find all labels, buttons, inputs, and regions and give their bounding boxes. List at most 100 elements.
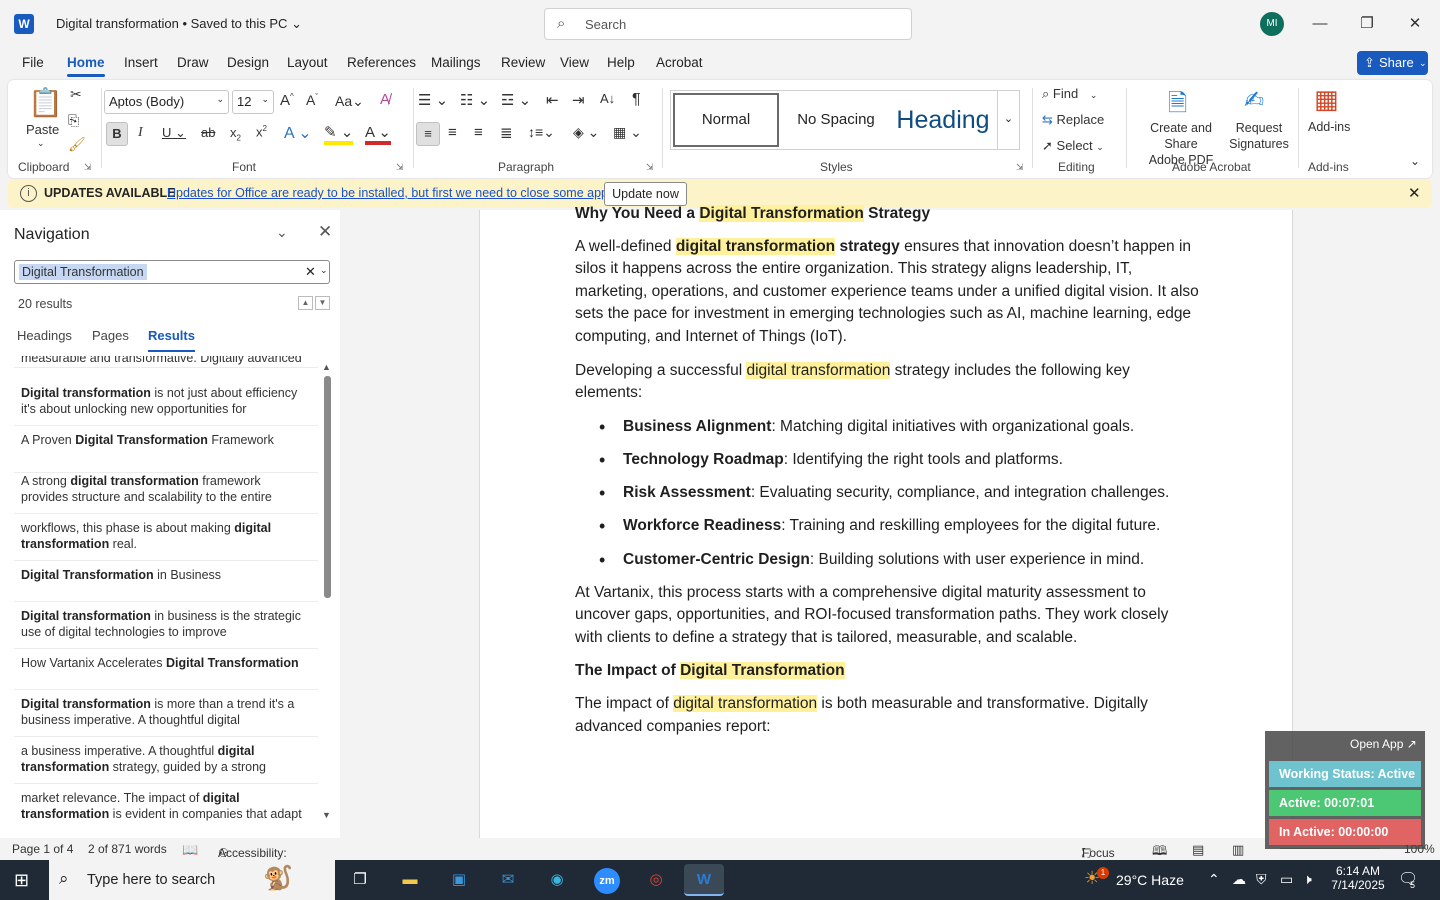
- notifications-icon[interactable]: 🗨: [1398, 869, 1418, 889]
- chevron-down-icon[interactable]: ⌄: [37, 138, 45, 149]
- onedrive-icon[interactable]: ☁: [1232, 871, 1246, 888]
- font-name-select[interactable]: Aptos (Body) ⌄: [104, 90, 229, 114]
- tab-review[interactable]: Review: [501, 55, 545, 70]
- list-item[interactable]: Digital transformation is not just about…: [14, 379, 318, 426]
- increase-indent-icon[interactable]: ⇥: [572, 91, 585, 109]
- list-item[interactable]: Digital transformation is more than a tr…: [14, 690, 318, 737]
- list-item[interactable]: a business imperative. A thoughtful digi…: [14, 737, 318, 784]
- list-item[interactable]: A strong digital transformation framewor…: [14, 467, 318, 514]
- list-item[interactable]: Digital transformation in business is th…: [14, 602, 318, 649]
- weather-text[interactable]: 29°C Haze: [1116, 872, 1184, 888]
- chrome-icon[interactable]: ◎: [636, 864, 676, 896]
- microsoft-store-icon[interactable]: ▣: [439, 864, 479, 896]
- word-taskbar-icon[interactable]: W: [684, 864, 724, 896]
- chevron-down-icon[interactable]: ⌄: [320, 265, 328, 276]
- scrollbar-thumb[interactable]: [324, 376, 331, 598]
- select-button[interactable]: ➚ Select ⌄: [1042, 138, 1104, 154]
- share-button[interactable]: ⇪ Share ⌄: [1357, 51, 1428, 75]
- list-item[interactable]: How Vartanix Accelerates Digital Transfo…: [14, 649, 318, 690]
- bullets-icon[interactable]: ☰ ⌄: [418, 91, 448, 109]
- shrink-font-icon[interactable]: Aˇ: [306, 92, 318, 108]
- tab-draw[interactable]: Draw: [177, 55, 209, 70]
- list-item[interactable]: Digital Transformation in Business: [14, 561, 318, 602]
- next-result-icon[interactable]: ▼: [315, 296, 330, 310]
- strikethrough-button[interactable]: ab: [201, 125, 215, 140]
- mail-icon[interactable]: ✉: [488, 864, 528, 896]
- document-body[interactable]: Why You Need a Digital Transformation St…: [575, 205, 1200, 749]
- zoom-app-icon[interactable]: zm: [587, 864, 627, 896]
- justify-icon[interactable]: ≣: [500, 124, 513, 142]
- numbering-icon[interactable]: ☷ ⌄: [460, 91, 490, 109]
- navigation-search-input[interactable]: Digital Transformation ✕ ⌄: [14, 260, 330, 284]
- align-right-icon[interactable]: ≡: [474, 124, 483, 141]
- taskbar-search[interactable]: ⌕ Type here to search 🐒: [49, 860, 335, 900]
- dialog-launcher-icon[interactable]: ⇲: [84, 162, 92, 173]
- request-signatures-button[interactable]: Request Signatures: [1226, 120, 1292, 152]
- add-ins-button[interactable]: Add-ins: [1308, 120, 1350, 134]
- decrease-indent-icon[interactable]: ⇤: [546, 91, 559, 109]
- underline-button[interactable]: U ⌄: [162, 125, 186, 141]
- find-button[interactable]: ⌕ Find ⌄: [1042, 86, 1097, 102]
- font-color-icon[interactable]: A ⌄: [365, 123, 391, 145]
- cut-icon[interactable]: ✂: [70, 86, 82, 103]
- dialog-launcher-icon[interactable]: ⇲: [396, 162, 404, 173]
- restore-icon[interactable]: ❐: [1352, 10, 1382, 38]
- search-box[interactable]: ⌕ Search: [544, 8, 912, 40]
- dialog-launcher-icon[interactable]: ⇲: [646, 162, 654, 173]
- tab-help[interactable]: Help: [607, 55, 635, 70]
- shading-icon[interactable]: ◈ ⌄: [573, 124, 599, 141]
- highlight-icon[interactable]: ✎ ⌄: [324, 123, 354, 145]
- notice-message-link[interactable]: Updates for Office are ready to be insta…: [167, 186, 618, 200]
- bold-button[interactable]: B: [106, 122, 128, 146]
- web-layout-icon[interactable]: ▥: [1232, 842, 1244, 858]
- scroll-down-icon[interactable]: ▼: [322, 810, 331, 820]
- proofing-icon[interactable]: 📖: [182, 842, 198, 858]
- list-item[interactable]: workflows, this phase is about making di…: [14, 514, 318, 561]
- file-explorer-icon[interactable]: ▬: [390, 864, 430, 896]
- font-size-select[interactable]: 12 ⌄: [232, 90, 274, 114]
- multilevel-list-icon[interactable]: ☲ ⌄: [501, 91, 531, 109]
- styles-expand-icon[interactable]: ⌄: [997, 91, 1019, 149]
- subscript-button[interactable]: x2: [230, 125, 241, 143]
- style-normal[interactable]: Normal: [673, 93, 779, 147]
- borders-icon[interactable]: ▦ ⌄: [613, 124, 642, 141]
- windows-start-icon[interactable]: ⊞: [14, 870, 29, 891]
- tab-layout[interactable]: Layout: [287, 55, 328, 70]
- close-icon[interactable]: ✕: [1400, 10, 1430, 38]
- avatar[interactable]: MI: [1260, 12, 1284, 36]
- clock[interactable]: 6:14 AM 7/14/2025: [1330, 864, 1386, 892]
- volume-icon[interactable]: 🕨: [1303, 871, 1312, 888]
- tab-references[interactable]: References: [347, 55, 416, 70]
- line-spacing-icon[interactable]: ↕≡⌄: [528, 124, 555, 141]
- list-item[interactable]: A Proven Digital Transformation Framewor…: [14, 426, 318, 473]
- tab-results[interactable]: Results: [148, 328, 195, 352]
- close-icon[interactable]: ✕: [318, 222, 332, 242]
- copy-icon[interactable]: ⎘: [68, 112, 79, 129]
- change-case-icon[interactable]: Aa⌄: [335, 93, 364, 110]
- clear-icon[interactable]: ✕: [305, 264, 316, 280]
- document-page[interactable]: Why You Need a Digital Transformation St…: [479, 205, 1293, 838]
- ribbon-collapse-icon[interactable]: ⌄: [1410, 154, 1420, 168]
- paste-icon[interactable]: 📋: [28, 86, 63, 119]
- network-icon[interactable]: ▭: [1280, 871, 1293, 888]
- print-layout-icon[interactable]: ▤: [1192, 842, 1204, 858]
- page-count[interactable]: Page 1 of 4: [12, 842, 73, 856]
- previous-result-icon[interactable]: ▲: [298, 296, 313, 310]
- replace-button[interactable]: ⇆ Replace: [1042, 112, 1104, 128]
- paste-button[interactable]: Paste: [26, 122, 59, 137]
- superscript-button[interactable]: x2: [256, 124, 267, 139]
- align-center-icon[interactable]: ≡: [448, 124, 457, 141]
- tab-home[interactable]: Home: [67, 55, 105, 77]
- clear-formatting-icon[interactable]: A̸: [380, 91, 390, 108]
- scroll-up-icon[interactable]: ▲: [322, 362, 331, 372]
- show-formatting-icon[interactable]: ¶: [632, 91, 641, 109]
- style-no-spacing[interactable]: No Spacing: [783, 93, 889, 147]
- close-icon[interactable]: ✕: [1408, 184, 1421, 202]
- tab-pages[interactable]: Pages: [92, 328, 129, 343]
- list-item[interactable]: measurable and transformative. Digitally…: [14, 356, 318, 368]
- tab-mailings[interactable]: Mailings: [431, 55, 481, 70]
- tab-acrobat[interactable]: Acrobat: [656, 55, 703, 70]
- edge-icon[interactable]: ◉: [537, 864, 577, 896]
- chevron-down-icon[interactable]: ⌄: [276, 224, 288, 241]
- sort-icon[interactable]: A↓: [600, 91, 615, 106]
